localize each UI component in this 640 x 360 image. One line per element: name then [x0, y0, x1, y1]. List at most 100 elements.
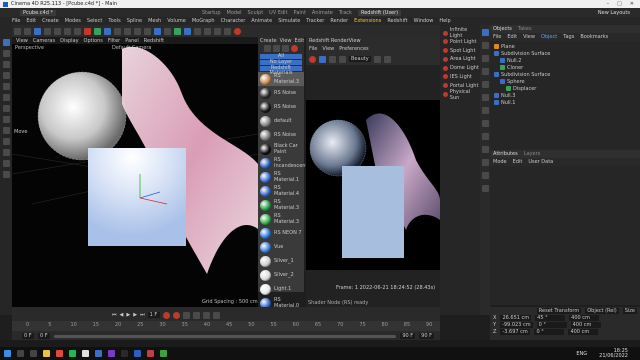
workplane-icon[interactable] [2, 149, 10, 156]
material-item[interactable]: Silver_1 [258, 254, 304, 268]
light-item[interactable]: Point Light [440, 38, 480, 46]
record-icon[interactable] [162, 311, 170, 319]
material-item[interactable]: RS Noise [258, 100, 304, 114]
menu-item[interactable]: MoGraph [192, 18, 215, 24]
viewport-menu-item[interactable]: View [16, 38, 28, 44]
material-item[interactable]: RS Material.3 [258, 72, 304, 86]
end-frame-field[interactable]: 90 F [419, 333, 434, 339]
coord-mode-dropdown[interactable]: Object (Rel) [585, 307, 619, 314]
menu-item[interactable]: Mesh [148, 18, 161, 24]
objects-menu-item[interactable]: File [493, 34, 501, 40]
snapshot-icon[interactable] [339, 55, 346, 63]
viewport-menu-item[interactable]: Filter [108, 38, 120, 44]
region-icon[interactable] [384, 55, 391, 63]
object-item[interactable]: Displacer [494, 85, 640, 92]
objects-menu-item[interactable]: Bookmarks [580, 34, 608, 40]
object-item[interactable]: Cloner [494, 64, 640, 71]
spotify-icon[interactable] [69, 350, 76, 357]
menu-item[interactable]: Select [87, 18, 102, 24]
z-axis-lock-icon[interactable] [104, 27, 111, 35]
scale-key-icon[interactable] [212, 311, 220, 319]
points-mode-icon[interactable] [44, 27, 51, 35]
cinema4d-icon[interactable] [134, 350, 141, 357]
render-menu-item[interactable]: View [322, 46, 334, 52]
max-frame-field[interactable]: 90 F [400, 333, 416, 339]
object-item[interactable]: Subdivision Surface [494, 50, 640, 57]
material-item[interactable]: RS Material.4 [258, 184, 304, 198]
start-render-icon[interactable] [319, 55, 326, 63]
object-item[interactable]: Sphere [494, 78, 640, 85]
layout-tab[interactable]: UV Edit [269, 10, 287, 16]
scale-tool-icon[interactable] [2, 50, 10, 57]
material-item[interactable]: Vue [258, 240, 304, 254]
prev-key-icon[interactable]: ◀ [120, 312, 124, 318]
filter-icon[interactable] [273, 45, 280, 52]
attributes-menu-item[interactable]: Edit [513, 159, 523, 165]
app-icon-4[interactable] [121, 350, 128, 357]
position-key-icon[interactable] [192, 311, 200, 319]
coord-rot[interactable]: 45 ° [535, 314, 566, 321]
polygons-mode-icon[interactable] [64, 27, 71, 35]
axis-icon[interactable] [74, 27, 81, 35]
extrude-icon[interactable] [2, 127, 10, 134]
coord-size[interactable]: 400 cm [570, 321, 601, 328]
app-icon-1[interactable] [82, 350, 89, 357]
structure-icon[interactable] [481, 68, 489, 75]
explorer-icon[interactable] [43, 350, 50, 357]
layout-tab[interactable]: Animate [312, 10, 333, 16]
coord-pos[interactable]: -3.697 cm [500, 328, 531, 335]
viewport[interactable]: View Cameras Display Options Filter Pane… [12, 37, 258, 307]
coord-rot[interactable]: 0 ° [534, 328, 565, 335]
guide-icon[interactable] [2, 160, 10, 167]
brush-tool-icon[interactable] [2, 105, 10, 112]
menu-item[interactable]: Simulate [278, 18, 300, 24]
coord-size[interactable]: 400 cm [568, 328, 599, 335]
minimize-icon[interactable]: – [607, 1, 610, 7]
maximize-icon[interactable]: □ [617, 1, 622, 7]
app-icon-6[interactable] [160, 350, 167, 357]
cube-icon[interactable] [154, 27, 161, 35]
layout-tab-active[interactable]: Redshift (User) [357, 9, 402, 16]
camera-tool-icon[interactable] [481, 133, 489, 140]
current-frame-field[interactable]: 1 F [147, 312, 160, 318]
object-item[interactable]: Null.1 [494, 99, 640, 106]
layout-tab[interactable]: Track [339, 10, 352, 16]
app-icon-2[interactable] [95, 350, 102, 357]
menu-item[interactable]: Help [439, 18, 450, 24]
material-item[interactable]: RS Material.1 [258, 170, 304, 184]
rotation-key-icon[interactable] [202, 311, 210, 319]
stop-render-icon[interactable] [309, 55, 316, 63]
render-icon[interactable] [134, 27, 141, 35]
magnet-tool-icon[interactable] [2, 116, 10, 123]
menu-item[interactable]: Character [221, 18, 246, 24]
material-item[interactable]: Silver_2 [258, 268, 304, 282]
start-icon[interactable] [4, 350, 11, 357]
y-axis-lock-icon[interactable] [94, 27, 101, 35]
redo-icon[interactable] [24, 27, 31, 35]
menu-item[interactable]: File [12, 18, 20, 24]
task-view-icon[interactable] [30, 350, 37, 357]
menu-item[interactable]: Edit [26, 18, 36, 24]
min-frame-field[interactable]: 0 F [38, 333, 50, 339]
material-item[interactable]: Light.1 [258, 282, 304, 296]
coord-size[interactable]: 400 cm [569, 314, 600, 321]
menu-item[interactable]: Window [414, 18, 434, 24]
tab-attributes[interactable]: Attributes [493, 151, 518, 157]
snap-icon[interactable] [2, 138, 10, 145]
light-item[interactable]: Infinite Light [440, 27, 480, 39]
light-item[interactable]: Spot Light [440, 47, 480, 55]
tab-layers[interactable]: Layers [524, 151, 541, 157]
menu-item[interactable]: Modes [65, 18, 81, 24]
tab-objects[interactable]: Objects [493, 26, 512, 32]
menu-item[interactable]: Redshift [387, 18, 407, 24]
timeline-ruler[interactable]: 0 5 10 15 20 25 30 35 40 45 50 55 60 65 70 75 80 85 90 [12, 321, 440, 331]
attributes-menu-item[interactable]: User Data [528, 159, 553, 165]
content-browser-icon[interactable] [481, 55, 489, 62]
light-item[interactable]: Dome Light [440, 64, 480, 72]
objects-menu-item[interactable]: Object [541, 34, 557, 40]
menu-item[interactable]: Tracker [306, 18, 324, 24]
objects-menu-item[interactable]: Edit [507, 34, 517, 40]
material-item[interactable]: RS NEON 7 [258, 226, 304, 240]
knife-tool-icon[interactable] [2, 94, 10, 101]
material-menu-item[interactable]: Create [260, 38, 277, 44]
